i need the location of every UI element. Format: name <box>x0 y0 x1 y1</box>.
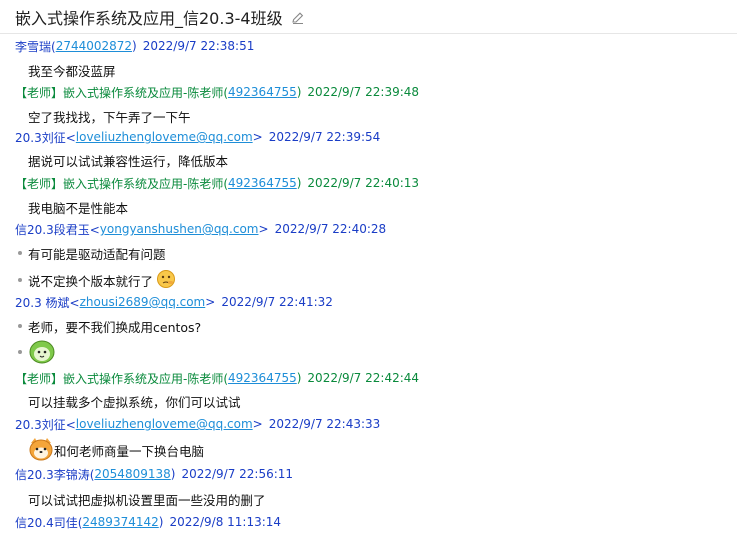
sender-id-link[interactable]: yongyanshushen@qq.com <box>100 222 259 236</box>
message-meta: 信20.3段君玉< yongyanshushen@qq.com >2022/9/7 … <box>0 218 737 240</box>
sender-name: 【老师】嵌入式操作系统及应用-陈老师( <box>15 85 229 100</box>
sender-name: 20.3 杨斌< <box>15 295 80 310</box>
message-body: 空了我找找，下午弄了一下午 <box>28 109 191 125</box>
message-body: 有可能是驱动适配有问题 <box>28 246 166 262</box>
message-text: 有可能是驱动适配有问题 <box>0 242 737 264</box>
message-text: 和何老师商量一下换台电脑 <box>0 437 737 464</box>
timestamp: 2022/9/7 22:40:28 <box>274 222 387 236</box>
bullet-dot <box>18 350 22 354</box>
sender-bracket: ) <box>158 515 164 529</box>
group-title: 嵌入式操作系统及应用_信20.3-4班级 <box>15 8 283 28</box>
message-text: 说不定换个版本就行了 <box>0 269 737 291</box>
sender-name: 信20.3李锦涛( <box>15 467 95 482</box>
sender-id-link[interactable]: loveliuzhengloveme@qq.com <box>76 130 253 144</box>
message-meta: 【老师】嵌入式操作系统及应用-陈老师(492364755) 2022/9/7 22… <box>0 81 737 103</box>
cabbage-sticker-icon <box>28 338 56 367</box>
sender-id-link[interactable]: 492364755 <box>228 85 297 99</box>
sender-bracket: ) <box>296 371 302 385</box>
sender-name: 信20.4司佳( <box>15 515 83 530</box>
message-body: 和何老师商量一下换台电脑 <box>54 443 205 459</box>
message-meta: 20.3刘征< loveliuzhengloveme@qq.com >2022/9/… <box>0 413 737 435</box>
message-text: 空了我找找，下午弄了一下午 <box>0 105 737 127</box>
sender-name: 【老师】嵌入式操作系统及应用-陈老师( <box>15 176 229 191</box>
sender-id-link[interactable]: 492364755 <box>228 371 297 385</box>
sender-bracket: > <box>252 130 263 144</box>
message-text: 我至今都没蓝屏 <box>0 59 737 81</box>
chat-header: 嵌入式操作系统及应用_信20.3-4班级 <box>0 0 737 34</box>
sender-bracket: ) <box>132 39 137 53</box>
message-text: 可以挂载多个虚拟系统，你们可以试试 <box>0 390 737 412</box>
message-text: 可以试试把虚拟机设置里面一些没用的删了 <box>0 488 737 510</box>
message-text: 我电脑不是性能本 <box>0 196 737 218</box>
message-body: 可以试试把虚拟机设置里面一些没用的删了 <box>28 492 266 508</box>
sender-id-link[interactable]: 2489374142 <box>82 515 158 529</box>
message-body: 老师，要不我们换成用centos? <box>28 319 202 335</box>
message-meta: 【老师】嵌入式操作系统及应用-陈老师(492364755) 2022/9/7 22… <box>0 172 737 194</box>
bullet-dot <box>18 278 22 282</box>
message-text: 据说可以试试兼容性运行，降低版本 <box>0 149 737 171</box>
message-meta: 信20.4司佳(2489374142) 2022/9/8 11:13:14 <box>0 511 737 533</box>
sender-bracket: ) <box>296 85 302 99</box>
sender-name: 【老师】嵌入式操作系统及应用-陈老师( <box>15 371 229 386</box>
sender-name: 20.3刘征< <box>15 130 76 145</box>
sender-id-link[interactable]: 2054809138 <box>94 467 170 481</box>
edit-icon[interactable] <box>291 10 305 24</box>
message-meta: 信20.3李锦涛(2054809138) 2022/9/7 22:56:11 <box>0 463 737 485</box>
sender-id-link[interactable]: 2744002872 <box>56 39 132 53</box>
message-meta: 【老师】嵌入式操作系统及应用-陈老师(492364755) 2022/9/7 22… <box>0 367 737 389</box>
message-meta: 20.3 杨斌< zhousi2689@qq.com >2022/9/7 22:41… <box>0 291 737 313</box>
sender-name: 20.3刘征< <box>15 417 76 432</box>
sender-bracket: > <box>252 417 263 431</box>
message-meta: 李雪瑞(2744002872) 2022/9/7 22:38:51 <box>0 35 737 57</box>
message-meta: 20.3刘征< loveliuzhengloveme@qq.com >2022/9/… <box>0 126 737 148</box>
message-body: 我至今都没蓝屏 <box>28 63 116 79</box>
message-body: 据说可以试试兼容性运行，降低版本 <box>28 153 229 169</box>
sender-bracket: > <box>258 222 269 236</box>
message-body: 说不定换个版本就行了 <box>28 273 154 289</box>
timestamp: 2022/9/7 22:40:13 <box>307 176 420 190</box>
sender-name: 李雪瑞( <box>15 39 56 54</box>
timestamp: 2022/9/7 22:39:48 <box>307 85 420 99</box>
sender-id-link[interactable]: zhousi2689@qq.com <box>80 295 206 309</box>
timestamp: 2022/9/8 11:13:14 <box>169 515 282 529</box>
message-text: 老师，要不我们换成用centos? <box>0 315 737 337</box>
bullet-dot <box>18 251 22 255</box>
sender-bracket: ) <box>296 176 302 190</box>
sender-bracket: ) <box>170 467 176 481</box>
sender-id-link[interactable]: 492364755 <box>228 176 297 190</box>
message-body: 可以挂载多个虚拟系统，你们可以试试 <box>28 394 241 410</box>
timestamp: 2022/9/7 22:43:33 <box>268 417 381 431</box>
timestamp: 2022/9/7 22:39:54 <box>268 130 381 144</box>
sender-bracket: > <box>205 295 216 309</box>
sender-name: 信20.3段君玉< <box>15 222 100 237</box>
timestamp: 2022/9/7 22:41:32 <box>221 295 333 309</box>
timestamp: 2022/9/7 22:38:51 <box>142 39 255 53</box>
timestamp: 2022/9/7 22:42:44 <box>307 371 420 385</box>
message-body: 我电脑不是性能本 <box>28 200 129 216</box>
thinking-face-emoji-icon <box>156 268 176 293</box>
bullet-dot <box>18 324 22 328</box>
sender-id-link[interactable]: loveliuzhengloveme@qq.com <box>76 417 253 431</box>
timestamp: 2022/9/7 22:56:11 <box>181 467 294 481</box>
message-sticker <box>0 340 737 363</box>
shiba-dog-sticker-icon <box>28 437 54 464</box>
